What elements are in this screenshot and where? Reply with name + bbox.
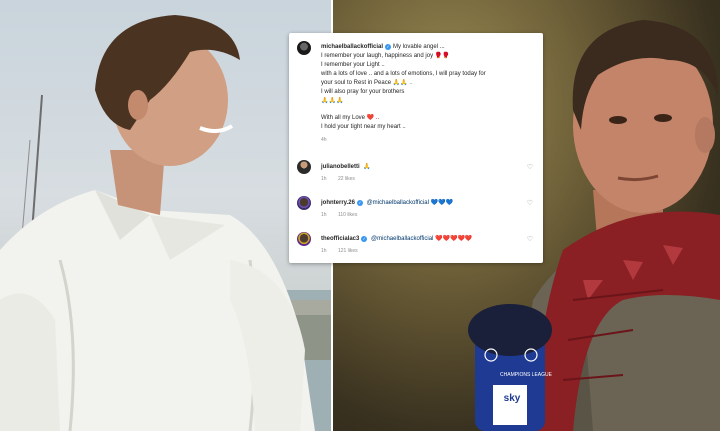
post-timestamp: 4h xyxy=(321,137,327,143)
caption-line-5: your soul to Rest in Peace xyxy=(321,80,393,86)
broadcaster-text: sky xyxy=(503,393,521,404)
comment-likes[interactable]: 121 likes xyxy=(338,248,358,254)
comment-time: 1h xyxy=(321,248,327,254)
post-caption: michaelballackofficial ✓ My lovable angel … xyxy=(321,43,541,145)
commenter-avatar[interactable] xyxy=(297,196,311,210)
comment-meta: 1h 22 likes xyxy=(321,175,365,184)
post-author-username[interactable]: michaelballackofficial xyxy=(321,44,383,50)
commenter-avatar[interactable] xyxy=(297,160,311,174)
commenter-avatar[interactable] xyxy=(297,232,311,246)
comment-emojis: 💙💙💙 xyxy=(430,200,454,206)
broadcaster-logo: sky xyxy=(495,393,529,405)
heart-emoji: ❤️ .. xyxy=(366,115,380,121)
caption-line-8: With all my Love xyxy=(321,115,367,121)
left-photo xyxy=(0,0,331,431)
comment-likes[interactable]: 22 likes xyxy=(338,176,355,182)
like-heart-icon[interactable]: ♡ xyxy=(527,200,533,207)
caption-line-2: I remember your laugh, happiness and joy xyxy=(321,53,435,59)
post-author-avatar[interactable] xyxy=(297,41,311,55)
comment-text: theofficialac3 ✓ @michaelballackofficial … xyxy=(321,235,472,244)
verified-badge-icon: ✓ xyxy=(356,200,363,206)
comment-meta: 1h 121 likes xyxy=(321,247,368,256)
comment-emojis: 🙏 xyxy=(363,164,371,170)
commenter-username[interactable]: julianobelletti xyxy=(321,164,360,170)
microphone-label: CHAMPIONS LEAGUE xyxy=(486,372,566,378)
comment-item: johnterry.26 ✓ @michaelballackofficial 💙💙… xyxy=(297,196,537,222)
verified-badge-icon: ✓ xyxy=(361,236,368,242)
comment-meta: 1h 110 likes xyxy=(321,211,367,220)
comment-text: julianobelletti 🙏 xyxy=(321,163,371,172)
caption-line-6: I will also pray for your brothers xyxy=(321,89,405,95)
pray-emoji-row: 🙏🙏🙏 xyxy=(321,98,344,104)
comment-item: julianobelletti 🙏 1h 22 likes ♡ xyxy=(297,160,537,186)
mic-brand-text: CHAMPIONS LEAGUE xyxy=(500,372,552,378)
caption-line-4: with a lots of love .. and a lots of emo… xyxy=(321,71,486,77)
comment-time: 1h xyxy=(321,212,327,218)
comment-text: johnterry.26 ✓ @michaelballackofficial 💙💙… xyxy=(321,199,453,208)
boxing-gloves-emoji: 🥊🥊 xyxy=(434,53,450,59)
instagram-post-card: michaelballackofficial ✓ My lovable angel … xyxy=(289,33,543,263)
comment-item: theofficialac3 ✓ @michaelballackofficial … xyxy=(297,232,537,258)
commenter-username[interactable]: johnterry.26 xyxy=(321,200,355,206)
caption-line-9: I hold your tight near my heart .. xyxy=(321,124,406,130)
comment-time: 1h xyxy=(321,176,327,182)
like-heart-icon[interactable]: ♡ xyxy=(527,164,533,171)
caption-line-3: I remember your Light .. xyxy=(321,62,385,68)
comment-mention[interactable]: @michaelballackofficial xyxy=(371,236,433,242)
pray-emoji: 🙏🙏 .. xyxy=(392,80,413,86)
caption-line-1: My lovable angel ... xyxy=(393,44,445,50)
comment-mention[interactable]: @michaelballackofficial xyxy=(367,200,429,206)
like-heart-icon[interactable]: ♡ xyxy=(527,236,533,243)
verified-badge-icon: ✓ xyxy=(385,44,392,50)
comment-likes[interactable]: 110 likes xyxy=(338,212,357,218)
commenter-username[interactable]: theofficialac3 xyxy=(321,236,359,242)
comment-emojis: ❤️❤️❤️❤️❤️ xyxy=(435,236,473,242)
